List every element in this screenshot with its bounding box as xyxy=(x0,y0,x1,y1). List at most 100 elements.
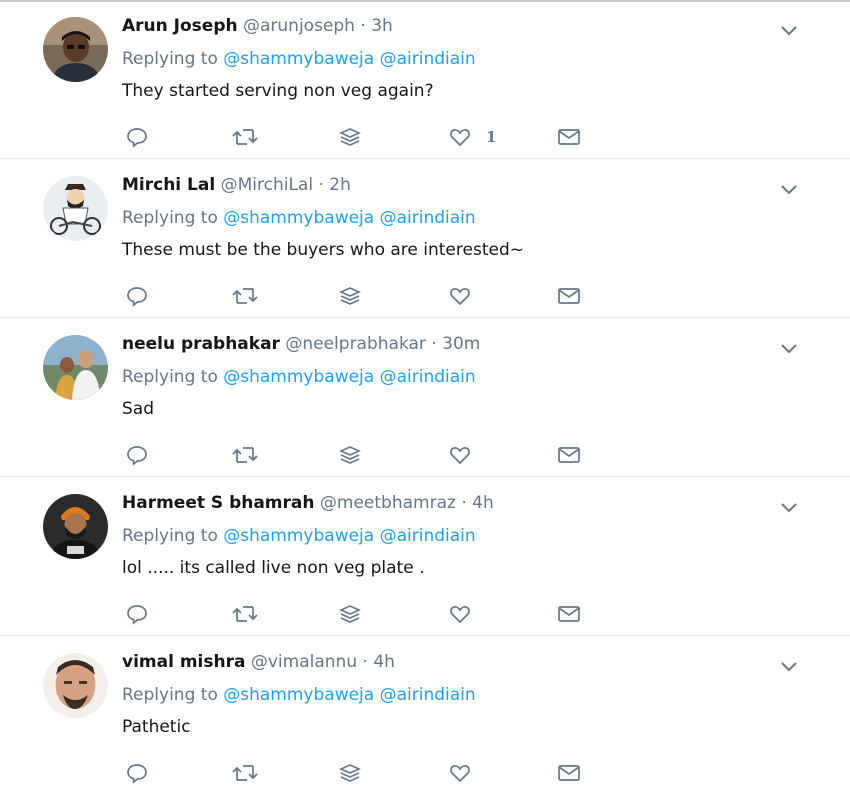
direct-message-button[interactable] xyxy=(556,442,582,468)
user-handle[interactable]: @arunjoseph xyxy=(243,16,355,36)
mail-icon xyxy=(556,443,582,467)
tweet-header: Harmeet S bhamrah @meetbhamraz · 4h xyxy=(122,493,494,513)
action-bar: 1 xyxy=(0,124,850,150)
direct-message-button[interactable] xyxy=(556,283,582,309)
timestamp[interactable]: 4h xyxy=(472,493,494,513)
timestamp[interactable]: 30m xyxy=(442,334,480,354)
retweet-button[interactable] xyxy=(231,283,259,309)
retweet-button[interactable] xyxy=(231,760,259,786)
replying-label: Replying to xyxy=(122,49,218,69)
chevron-down-icon[interactable] xyxy=(779,658,799,674)
replying-to: Replying to @shammybaweja @airindiain xyxy=(122,367,476,387)
heart-icon xyxy=(448,125,472,149)
mention-link[interactable]: @shammybaweja xyxy=(223,526,374,546)
replying-to: Replying to @shammybaweja @airindiain xyxy=(122,685,476,705)
retweet-button[interactable] xyxy=(231,124,259,150)
like-button[interactable] xyxy=(448,760,486,786)
tweet-text: They started serving non veg again? xyxy=(122,81,434,101)
mention-link[interactable]: @shammybaweja xyxy=(223,685,374,705)
reply-feed: Arun Joseph @arunjoseph · 3h Replying to… xyxy=(0,0,850,795)
replying-to: Replying to @shammybaweja @airindiain xyxy=(122,526,476,546)
separator-dot: · xyxy=(461,493,467,513)
stack-icon xyxy=(338,761,362,785)
display-name[interactable]: vimal mishra xyxy=(122,652,245,672)
mention-link[interactable]: @shammybaweja xyxy=(223,49,374,69)
timestamp[interactable]: 2h xyxy=(329,175,351,195)
retweet-icon xyxy=(231,602,259,626)
display-name[interactable]: Arun Joseph xyxy=(122,16,238,36)
retweet-icon xyxy=(231,761,259,785)
mention-link[interactable]: @airindiain xyxy=(380,208,476,228)
replying-to: Replying to @shammybaweja @airindiain xyxy=(122,49,476,69)
reply-button[interactable] xyxy=(125,283,149,309)
avatar[interactable] xyxy=(43,17,108,82)
reply-icon xyxy=(125,602,149,626)
replying-label: Replying to xyxy=(122,208,218,228)
stack-button[interactable] xyxy=(338,124,362,150)
separator-dot: · xyxy=(431,334,437,354)
like-button[interactable]: 1 xyxy=(448,124,496,150)
retweet-icon xyxy=(231,125,259,149)
mention-link[interactable]: @shammybaweja xyxy=(223,208,374,228)
action-bar xyxy=(0,283,850,309)
tweet-header: vimal mishra @vimalannu · 4h xyxy=(122,652,395,672)
user-handle[interactable]: @MirchiLal xyxy=(221,175,313,195)
avatar[interactable] xyxy=(43,494,108,559)
stack-button[interactable] xyxy=(338,601,362,627)
chevron-down-icon[interactable] xyxy=(779,22,799,38)
user-handle[interactable]: @meetbhamraz xyxy=(320,493,456,513)
reply-button[interactable] xyxy=(125,442,149,468)
timestamp[interactable]: 4h xyxy=(373,652,395,672)
mention-link[interactable]: @shammybaweja xyxy=(223,367,374,387)
mention-link[interactable]: @airindiain xyxy=(380,526,476,546)
display-name[interactable]: Mirchi Lal xyxy=(122,175,215,195)
display-name[interactable]: Harmeet S bhamrah xyxy=(122,493,314,513)
like-button[interactable] xyxy=(448,283,486,309)
mention-link[interactable]: @airindiain xyxy=(380,367,476,387)
direct-message-button[interactable] xyxy=(556,124,582,150)
direct-message-button[interactable] xyxy=(556,601,582,627)
chevron-down-icon[interactable] xyxy=(779,499,799,515)
tweet: Harmeet S bhamrah @meetbhamraz · 4h Repl… xyxy=(0,477,850,636)
retweet-button[interactable] xyxy=(231,442,259,468)
like-button[interactable] xyxy=(448,601,486,627)
mail-icon xyxy=(556,761,582,785)
user-handle[interactable]: @neelprabhakar xyxy=(285,334,426,354)
user-handle[interactable]: @vimalannu xyxy=(251,652,357,672)
tweet: neelu prabhakar @neelprabhakar · 30m Rep… xyxy=(0,318,850,477)
tweet-header: neelu prabhakar @neelprabhakar · 30m xyxy=(122,334,480,354)
avatar[interactable] xyxy=(43,176,108,241)
stack-icon xyxy=(338,443,362,467)
retweet-icon xyxy=(231,284,259,308)
action-bar xyxy=(0,760,850,786)
replying-to: Replying to @shammybaweja @airindiain xyxy=(122,208,476,228)
stack-button[interactable] xyxy=(338,283,362,309)
chevron-down-icon[interactable] xyxy=(779,340,799,356)
like-count: 1 xyxy=(486,128,497,146)
timestamp[interactable]: 3h xyxy=(371,16,393,36)
direct-message-button[interactable] xyxy=(556,760,582,786)
retweet-button[interactable] xyxy=(231,601,259,627)
avatar[interactable] xyxy=(43,653,108,718)
reply-button[interactable] xyxy=(125,124,149,150)
chevron-down-icon[interactable] xyxy=(779,181,799,197)
replying-label: Replying to xyxy=(122,367,218,387)
avatar[interactable] xyxy=(43,335,108,400)
action-bar xyxy=(0,601,850,627)
display-name[interactable]: neelu prabhakar xyxy=(122,334,280,354)
mention-link[interactable]: @airindiain xyxy=(380,685,476,705)
reply-button[interactable] xyxy=(125,760,149,786)
replying-label: Replying to xyxy=(122,685,218,705)
mail-icon xyxy=(556,284,582,308)
tweet: Arun Joseph @arunjoseph · 3h Replying to… xyxy=(0,0,850,159)
like-button[interactable] xyxy=(448,442,486,468)
mention-link[interactable]: @airindiain xyxy=(380,49,476,69)
replying-label: Replying to xyxy=(122,526,218,546)
tweet-text: Sad xyxy=(122,399,154,419)
reply-button[interactable] xyxy=(125,601,149,627)
reply-icon xyxy=(125,761,149,785)
stack-icon xyxy=(338,602,362,626)
separator-dot: · xyxy=(362,652,368,672)
stack-button[interactable] xyxy=(338,760,362,786)
stack-button[interactable] xyxy=(338,442,362,468)
